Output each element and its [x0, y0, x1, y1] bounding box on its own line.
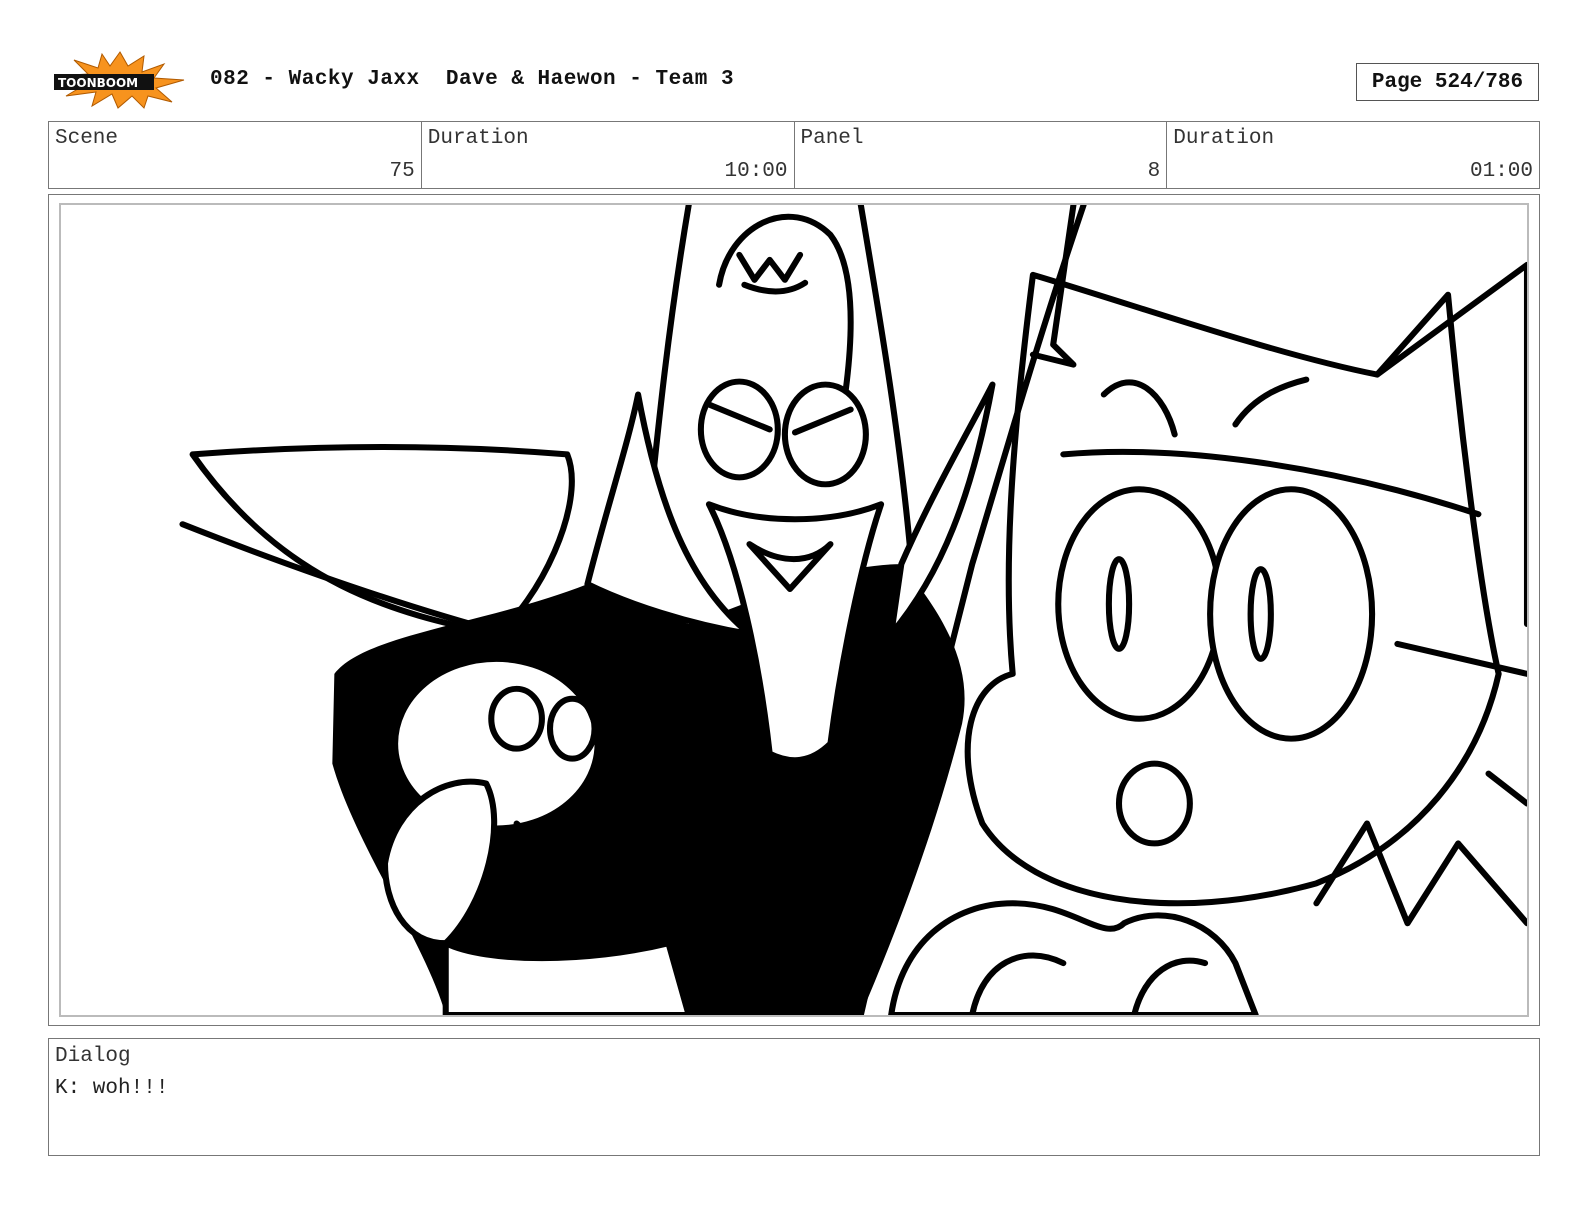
scene-value: 75 — [389, 160, 415, 183]
scene-cell: Scene 75 — [49, 122, 422, 188]
panel-cell: Panel 8 — [795, 122, 1168, 188]
info-bar: Scene 75 Duration 10:00 Panel 8 Duration… — [48, 121, 1540, 189]
storyboard-panel — [48, 194, 1540, 1026]
panel-artwork — [59, 203, 1529, 1017]
hat-emblem-w — [736, 251, 809, 295]
panel-duration-value: 01:00 — [1469, 160, 1533, 183]
scene-duration-label: Duration — [427, 127, 529, 150]
scene-duration-cell: Duration 10:00 — [422, 122, 795, 188]
cat-eye-right — [1207, 486, 1376, 742]
logo-text: TOONBOOM — [58, 76, 138, 90]
panel-duration-label: Duration — [1173, 127, 1275, 150]
dialog-text: K: woh!!! — [55, 1077, 169, 1100]
sketch-drawing — [179, 205, 1527, 1015]
dialog-box: Dialog K: woh!!! — [48, 1038, 1540, 1156]
scene-duration-value: 10:00 — [724, 160, 788, 183]
scene-label: Scene — [55, 127, 119, 150]
dialog-label: Dialog — [55, 1045, 131, 1068]
panel-value: 8 — [1147, 160, 1161, 183]
cat-eye-left — [1055, 486, 1224, 722]
storyboard-title: 082 - Wacky Jaxx Dave & Haewon - Team 3 — [210, 68, 735, 91]
hat-brim-lower — [179, 521, 510, 637]
toonboom-logo: TOONBOOM — [52, 50, 188, 110]
panel-label: Panel — [800, 127, 864, 150]
hat-brim — [189, 443, 575, 637]
panel-duration-cell: Duration 01:00 — [1167, 122, 1539, 188]
page-indicator: Page 524/786 — [1356, 63, 1539, 101]
